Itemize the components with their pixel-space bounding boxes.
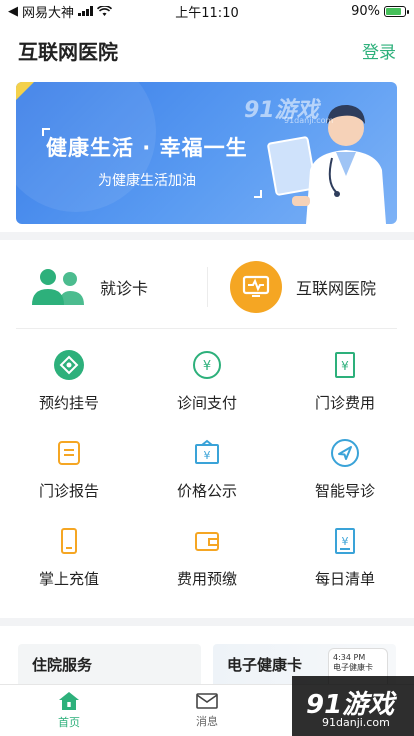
yuan-list-icon: ¥ — [328, 524, 362, 558]
status-bar: ◀ 网易大神 上午11:10 90% — [0, 0, 414, 22]
users-icon — [32, 269, 84, 305]
grid-item-smart-guide[interactable]: 智能导诊 — [276, 426, 414, 514]
banner-watermark-url: 91danji.com — [284, 116, 334, 125]
tab-messages[interactable]: 消息 — [138, 685, 276, 736]
grid-label: 掌上充值 — [38, 570, 99, 588]
grid-label: 智能导诊 — [314, 482, 375, 500]
grid-label: 每日清单 — [314, 570, 375, 588]
back-arrow-icon[interactable]: ◀ — [8, 4, 18, 19]
mail-icon — [196, 693, 218, 709]
svg-text:¥: ¥ — [203, 359, 211, 374]
carrier-name: 网易大神 — [22, 5, 75, 21]
yuan-board-icon: ¥ — [190, 436, 224, 470]
medical-card-label: 就诊卡 — [100, 279, 149, 298]
health-card-label: 电子健康卡 — [227, 656, 303, 674]
battery-percent: 90% — [351, 3, 380, 19]
internet-hospital-button[interactable]: 互联网医院 — [207, 261, 414, 313]
banner-title: 健康生活 · 幸福一生 — [46, 136, 248, 160]
wallet-icon — [190, 524, 224, 558]
status-time: 上午11:10 — [175, 5, 239, 21]
monitor-icon — [230, 261, 282, 313]
grid-label: 费用预缴 — [176, 570, 237, 588]
compass-icon — [328, 436, 362, 470]
promo-banner[interactable]: 健康生活 · 幸福一生 为健康生活加油 91游戏 91danji.com — [16, 82, 397, 224]
card-row: 就诊卡 互联网医院 — [0, 248, 414, 326]
watermark-url: 91danji.com — [322, 716, 390, 729]
grid-label: 价格公示 — [176, 482, 237, 500]
tab-messages-label: 消息 — [196, 715, 218, 728]
home-icon — [59, 692, 79, 710]
inpatient-service-label: 住院服务 — [32, 656, 93, 674]
grid-item-daily-list[interactable]: ¥ 每日清单 — [276, 514, 414, 602]
preview-text: 电子健康卡 — [333, 663, 373, 672]
grid-label: 门诊费用 — [314, 394, 375, 412]
grid-label: 诊间支付 — [176, 394, 237, 412]
grid-item-clinic-payment[interactable]: ¥ 诊间支付 — [138, 338, 276, 426]
divider — [16, 328, 397, 329]
svg-text:¥: ¥ — [341, 359, 349, 373]
tab-home-label: 首页 — [58, 716, 80, 729]
tab-home[interactable]: 首页 — [0, 685, 138, 736]
banner-bracket-right — [254, 190, 262, 198]
register-icon — [52, 348, 86, 382]
preview-time: 4:34 PM — [333, 653, 366, 662]
internet-hospital-label: 互联网医院 — [296, 279, 377, 298]
service-grid: 预约挂号 ¥ 诊间支付 ¥ 门诊费用 门诊报告 ¥ 价格公示 智能导诊 掌上充值… — [0, 338, 414, 602]
grid-item-prepayment[interactable]: 费用预缴 — [138, 514, 276, 602]
grid-item-outpatient-fees[interactable]: ¥ 门诊费用 — [276, 338, 414, 426]
grid-item-outpatient-report[interactable]: 门诊报告 — [0, 426, 138, 514]
inpatient-service-card[interactable]: 住院服务 — [18, 644, 201, 684]
app-header: 互联网医院 登录 — [0, 22, 414, 78]
report-icon — [52, 436, 86, 470]
grid-item-register[interactable]: 预约挂号 — [0, 338, 138, 426]
section-separator — [0, 232, 414, 240]
wifi-icon — [97, 5, 113, 16]
grid-item-price-list[interactable]: ¥ 价格公示 — [138, 426, 276, 514]
grid-label: 预约挂号 — [38, 394, 99, 412]
battery-icon — [384, 5, 409, 17]
grid-label: 门诊报告 — [38, 482, 99, 500]
page-title: 互联网医院 — [18, 39, 118, 64]
login-button[interactable]: 登录 — [362, 38, 396, 63]
svg-text:¥: ¥ — [342, 535, 349, 548]
grid-item-mobile-recharge[interactable]: 掌上充值 — [0, 514, 138, 602]
phone-icon — [52, 524, 86, 558]
signal-icon — [78, 6, 94, 16]
banner-subtitle: 为健康生活加油 — [98, 173, 196, 189]
svg-text:¥: ¥ — [204, 449, 211, 462]
yuan-circle-icon: ¥ — [190, 348, 224, 382]
section-separator — [0, 618, 414, 626]
yuan-doc-icon: ¥ — [328, 348, 362, 382]
medical-card-button[interactable]: 就诊卡 — [0, 248, 207, 326]
